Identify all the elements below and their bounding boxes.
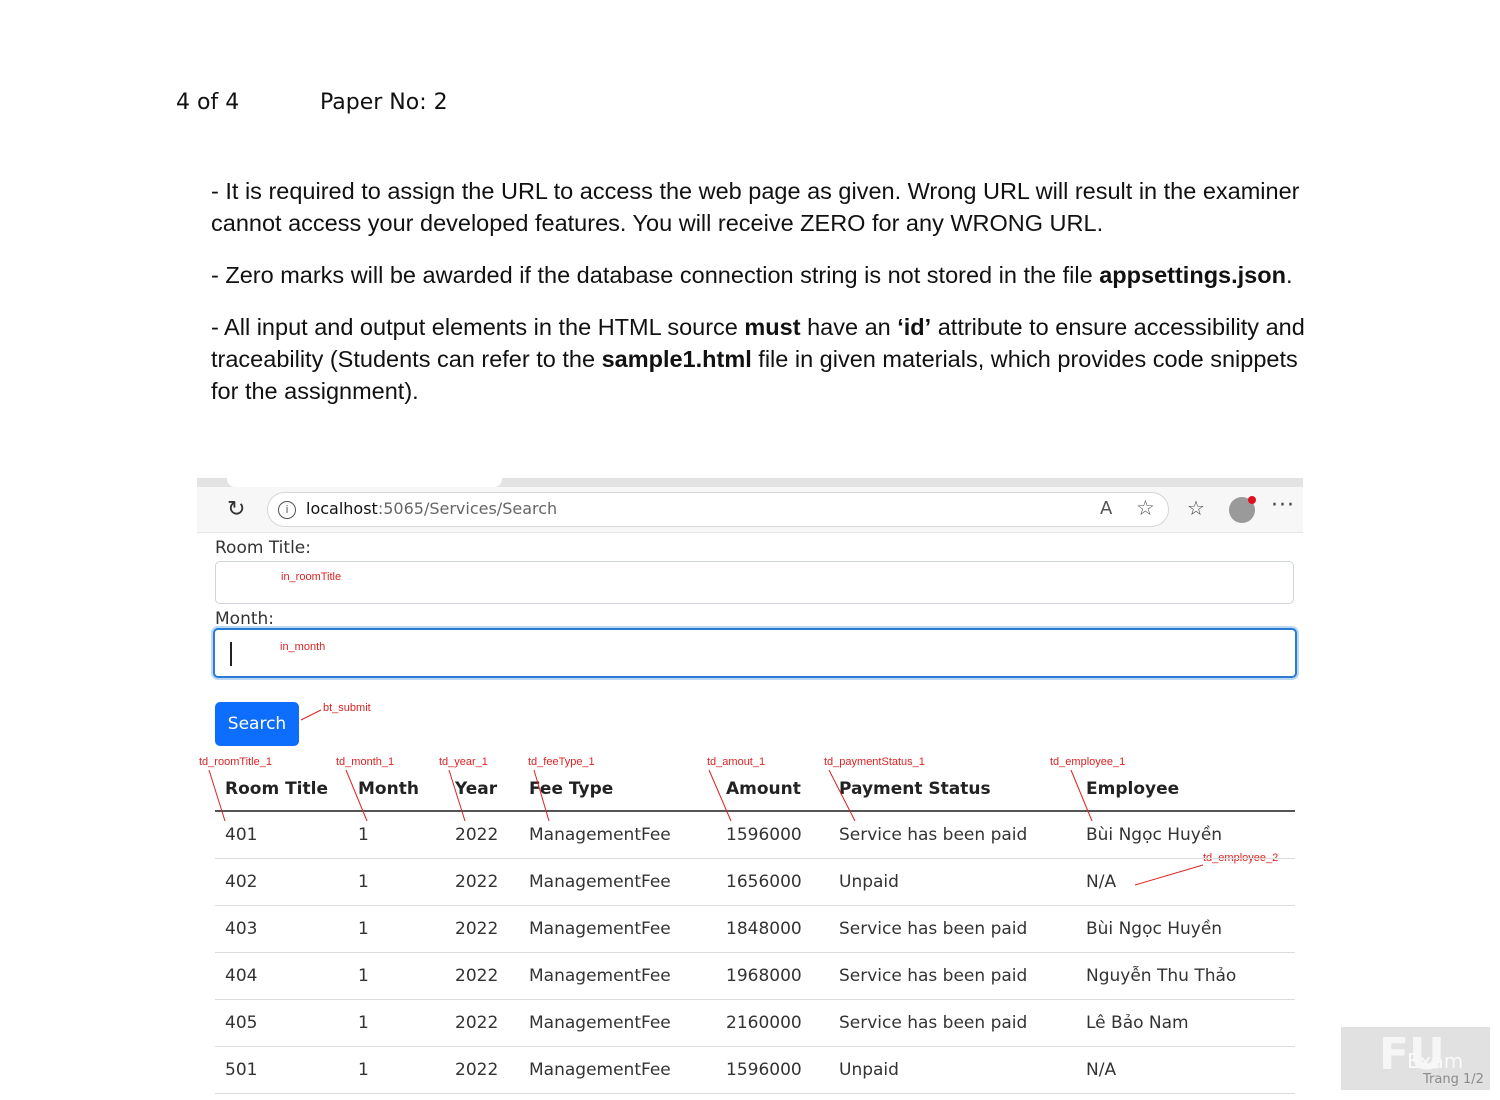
paper-number: Paper No: 2: [320, 90, 448, 115]
exam-word: Exam: [1407, 1049, 1464, 1073]
annotation-leader-lines: [208, 709, 1204, 886]
leader-td-paymentstatus-1: [828, 769, 856, 822]
page-count: 4 of 4: [176, 90, 240, 115]
page-indicator: Trang 1/2: [1423, 1072, 1484, 1087]
leader-td-employee-1: [1070, 769, 1093, 822]
leader-td-month-1: [345, 769, 368, 822]
note-connection-string: - Zero marks will be awarded if the data…: [211, 262, 1293, 288]
note-id-attribute: - All input and output elements in the H…: [211, 314, 1305, 404]
leader-td-amout-1: [708, 769, 732, 822]
page-header: 4 of 4 Paper No: 2: [176, 90, 448, 115]
leader-bt-submit: [300, 709, 322, 721]
leader-td-feetype-1: [533, 769, 550, 822]
embedded-screenshot: ↻ i localhost:5065/Services/Search A ☆ ☆…: [197, 478, 1303, 1100]
leader-td-roomtitle-1: [208, 769, 226, 822]
leader-td-employee-2: [1134, 864, 1204, 886]
leader-td-year-1: [448, 769, 466, 822]
fu-exam-watermark: FU Exam Trang 1/2: [1341, 1027, 1490, 1090]
note-url: - It is required to assign the URL to ac…: [211, 178, 1300, 236]
